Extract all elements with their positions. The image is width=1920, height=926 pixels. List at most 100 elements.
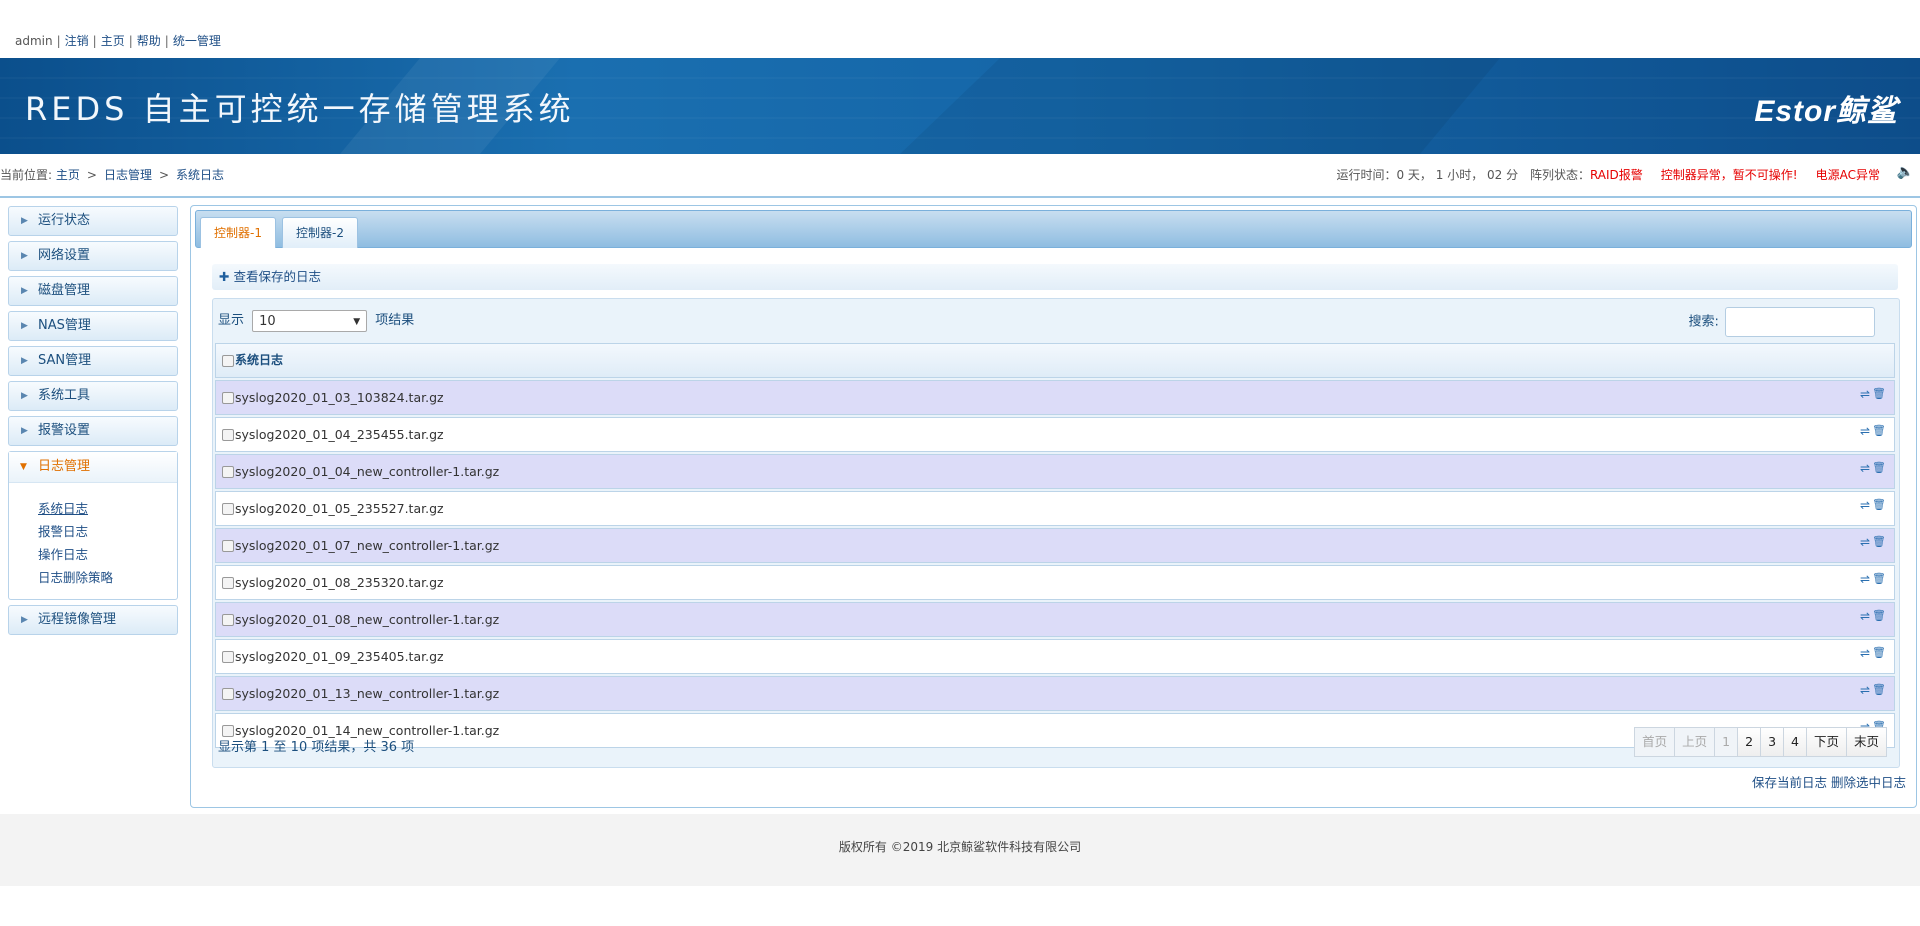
- speaker-icon[interactable]: 🔈: [1897, 164, 1914, 180]
- trash-icon[interactable]: 🗑: [1872, 498, 1886, 511]
- download-icon[interactable]: ⇌: [1860, 387, 1870, 401]
- trash-icon[interactable]: 🗑: [1872, 609, 1886, 622]
- trash-icon[interactable]: 🗑: [1872, 461, 1886, 474]
- logout-link[interactable]: 注销: [65, 34, 89, 48]
- log-file-name: syslog2020_01_08_new_controller-1.tar.gz: [235, 612, 500, 627]
- copyright-text: 版权所有 ©2019 北京鲸鲨软件科技有限公司: [838, 840, 1082, 854]
- page-last-button[interactable]: 末页: [1845, 727, 1887, 757]
- table-row: syslog2020_01_07_new_controller-1.tar.gz…: [215, 528, 1895, 563]
- table-row: syslog2020_01_13_new_controller-1.tar.gz…: [215, 676, 1895, 711]
- tab-controller-1[interactable]: 控制器-1: [200, 217, 276, 248]
- download-icon[interactable]: ⇌: [1860, 424, 1870, 438]
- submenu-system-log[interactable]: 系统日志: [38, 497, 177, 520]
- log-file-name: syslog2020_01_03_103824.tar.gz: [235, 390, 444, 405]
- sidebar-item-label: SAN管理: [38, 353, 92, 368]
- caret-right-icon: ▶: [21, 356, 28, 366]
- trash-icon[interactable]: 🗑: [1872, 387, 1886, 400]
- search-input[interactable]: [1725, 307, 1875, 337]
- sidebar-item-disk[interactable]: ▶ 磁盘管理: [8, 276, 178, 306]
- caret-right-icon: ▶: [21, 321, 28, 331]
- sidebar-item-alarm[interactable]: ▶ 报警设置: [8, 416, 178, 446]
- table-row: syslog2020_01_09_235405.tar.gz ⇌ 🗑: [215, 639, 1895, 674]
- page-1-button[interactable]: 1: [1714, 727, 1739, 757]
- sidebar-item-label: 日志管理: [38, 459, 91, 474]
- table-row: syslog2020_01_04_235455.tar.gz ⇌ 🗑: [215, 417, 1895, 452]
- page-first-button[interactable]: 首页: [1634, 727, 1676, 757]
- download-icon[interactable]: ⇌: [1860, 609, 1870, 623]
- caret-right-icon: ▶: [21, 391, 28, 401]
- caret-down-icon: ▼: [20, 462, 27, 472]
- submenu-alarm-log[interactable]: 报警日志: [38, 520, 177, 543]
- table-row: syslog2020_01_05_235527.tar.gz ⇌ 🗑: [215, 491, 1895, 526]
- breadcrumb-home[interactable]: 主页: [56, 168, 80, 182]
- unified-management-link[interactable]: 统一管理: [173, 34, 221, 48]
- table-row: syslog2020_01_08_new_controller-1.tar.gz…: [215, 602, 1895, 637]
- trash-icon[interactable]: 🗑: [1872, 683, 1886, 696]
- download-icon[interactable]: ⇌: [1860, 683, 1870, 697]
- sidebar-item-network[interactable]: ▶ 网络设置: [8, 241, 178, 271]
- row-checkbox[interactable]: [222, 392, 234, 404]
- download-icon[interactable]: ⇌: [1860, 461, 1870, 475]
- row-checkbox[interactable]: [222, 688, 234, 700]
- row-checkbox[interactable]: [222, 429, 234, 441]
- log-table: 系统日志 syslog2020_01_03_103824.tar.gz ⇌ 🗑 sy…: [215, 343, 1895, 750]
- page-length-select[interactable]: 10 ▼: [252, 309, 368, 332]
- caret-right-icon: ▶: [21, 216, 28, 226]
- row-checkbox[interactable]: [222, 540, 234, 552]
- page-3-button[interactable]: 3: [1760, 727, 1785, 757]
- page-length-value: 10: [259, 313, 276, 329]
- breadcrumb-section[interactable]: 日志管理: [104, 168, 152, 182]
- select-all-checkbox[interactable]: [222, 355, 234, 367]
- delete-selected-log-link[interactable]: 删除选中日志: [1831, 775, 1906, 790]
- row-checkbox[interactable]: [222, 651, 234, 663]
- download-icon[interactable]: ⇌: [1860, 572, 1870, 586]
- log-file-name: syslog2020_01_04_235455.tar.gz: [235, 427, 444, 442]
- log-table-container: 显示 10 ▼ 项结果 搜索: 系统日志 syslog2020_01_03_103…: [212, 298, 1900, 768]
- submenu-operation-log[interactable]: 操作日志: [38, 543, 177, 566]
- row-checkbox[interactable]: [222, 466, 234, 478]
- system-title: REDS 自主可控统一存储管理系统: [25, 90, 575, 128]
- table-row: syslog2020_01_08_235320.tar.gz ⇌ 🗑: [215, 565, 1895, 600]
- row-checkbox[interactable]: [222, 577, 234, 589]
- system-status: 运行时间：0 天， 1 小时， 02 分 阵列状态：RAID报警 控制器异常，暂不…: [1336, 166, 1880, 183]
- page-length-control: 显示 10 ▼ 项结果: [218, 309, 414, 332]
- trash-icon[interactable]: 🗑: [1872, 646, 1886, 659]
- trash-icon[interactable]: 🗑: [1872, 572, 1886, 585]
- table-row: syslog2020_01_04_new_controller-1.tar.gz…: [215, 454, 1895, 489]
- download-icon[interactable]: ⇌: [1860, 535, 1870, 549]
- sidebar-item-tools[interactable]: ▶ 系统工具: [8, 381, 178, 411]
- sidebar-item-nas[interactable]: ▶ NAS管理: [8, 311, 178, 341]
- log-file-name: syslog2020_01_13_new_controller-1.tar.gz: [235, 686, 500, 701]
- page-2-button[interactable]: 2: [1737, 727, 1762, 757]
- row-checkbox[interactable]: [222, 503, 234, 515]
- sidebar-item-label: 网络设置: [38, 248, 91, 263]
- results-label: 项结果: [375, 313, 415, 328]
- column-header-syslog: 系统日志: [235, 353, 284, 367]
- submenu-log-delete-policy[interactable]: 日志删除策略: [38, 566, 177, 589]
- trash-icon[interactable]: 🗑: [1872, 535, 1886, 548]
- top-links: admin | 注销 | 主页 | 帮助 | 统一管理: [15, 34, 221, 48]
- trash-icon[interactable]: 🗑: [1872, 424, 1886, 437]
- sidebar-item-run-status[interactable]: ▶ 运行状态: [8, 206, 178, 236]
- sidebar-item-remote-mirror[interactable]: ▶ 远程镜像管理: [8, 605, 178, 635]
- row-checkbox[interactable]: [222, 614, 234, 626]
- download-icon[interactable]: ⇌: [1860, 498, 1870, 512]
- sidebar-item-logs[interactable]: ▼ 日志管理: [9, 452, 177, 483]
- table-header: 系统日志: [215, 343, 1895, 378]
- page-next-button[interactable]: 下页: [1805, 727, 1847, 757]
- dropdown-arrow-icon: ▼: [353, 316, 361, 327]
- sidebar-item-label: 报警设置: [38, 423, 91, 438]
- sidebar-group-logs: ▼ 日志管理 系统日志 报警日志 操作日志 日志删除策略: [8, 451, 178, 600]
- page-prev-button[interactable]: 上页: [1674, 727, 1716, 757]
- tab-controller-2[interactable]: 控制器-2: [282, 217, 358, 248]
- save-current-log-link[interactable]: 保存当前日志: [1752, 775, 1827, 790]
- sidebar-item-label: 运行状态: [38, 213, 91, 228]
- home-link[interactable]: 主页: [101, 34, 125, 48]
- page-4-button[interactable]: 4: [1783, 727, 1807, 757]
- sidebar-item-san[interactable]: ▶ SAN管理: [8, 346, 178, 376]
- sidebar-item-label: 系统工具: [38, 388, 91, 403]
- saved-logs-toggle[interactable]: ✚ 查看保存的日志: [212, 264, 1898, 290]
- download-icon[interactable]: ⇌: [1860, 646, 1870, 660]
- help-link[interactable]: 帮助: [137, 34, 161, 48]
- saved-logs-label: 查看保存的日志: [233, 269, 321, 284]
